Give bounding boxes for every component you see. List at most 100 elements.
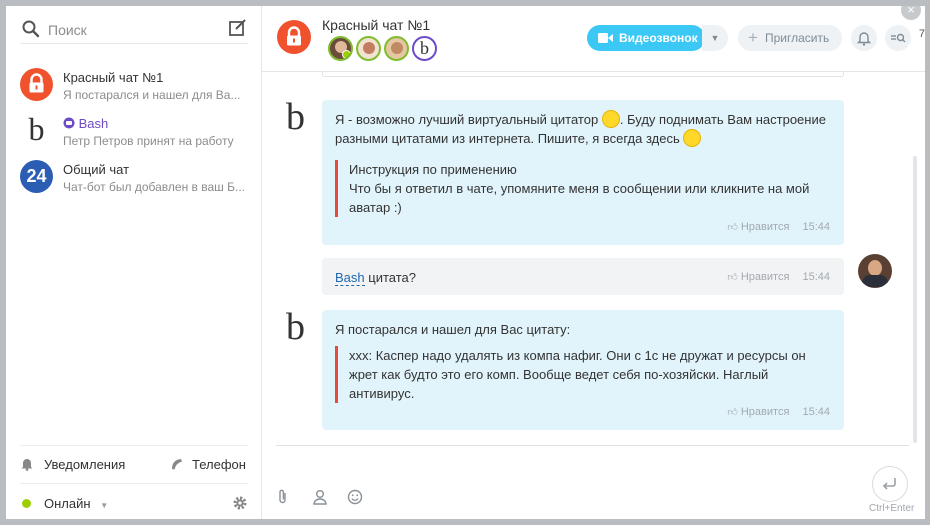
chat-window: × 7 Поиск Красный чат №1 Я постарался и …: [6, 6, 925, 519]
message-text-part: . Буду поднимать Вам настроение: [619, 112, 826, 127]
bell-icon: [856, 32, 872, 46]
video-call-button[interactable]: Видеозвонок: [587, 25, 705, 51]
chat-title: Общий чат: [63, 162, 130, 177]
message-quote: Инструкция по применению Что бы я ответи…: [335, 160, 815, 217]
bash-avatar: b: [28, 111, 45, 147]
invite-button[interactable]: + Пригласить: [738, 25, 842, 51]
quote-line: Инструкция по применению: [349, 162, 517, 177]
search-messages-button[interactable]: [885, 25, 911, 51]
chat-header-avatar[interactable]: [277, 20, 311, 54]
status-selector[interactable]: Онлайн ▼: [22, 496, 108, 511]
like-label: Нравится: [740, 406, 790, 418]
message-text: Я постарался и нашел для Вас цитату:: [335, 322, 571, 337]
message-text-part: разными цитатами из интернета. Пишите, я…: [335, 131, 680, 146]
chat-title-text: Bash: [78, 116, 109, 131]
notifications-toggle-button[interactable]: [851, 25, 877, 51]
like-button[interactable]: 👍︎ Нравится: [727, 221, 789, 233]
user-avatar[interactable]: [858, 254, 892, 288]
bot-icon: [63, 117, 75, 129]
chat-title: Bash: [63, 116, 108, 131]
status-label: Онлайн: [44, 496, 91, 511]
search-icon: [22, 20, 40, 38]
mention-link[interactable]: Bash: [335, 270, 365, 286]
quote-line: Что бы я ответил в чате, упомяните меня …: [349, 181, 810, 196]
thumbs-up-icon: 👍︎: [727, 272, 738, 283]
status-dot: [22, 499, 31, 508]
message-bubble: Я постарался и нашел для Вас цитату: ххх…: [322, 310, 844, 430]
lock-icon: [29, 73, 44, 93]
message-bubble-own: Bash цитата? 👍︎ Нравится 15:44: [322, 258, 844, 295]
like-label: Нравится: [740, 271, 790, 283]
message-meta: 👍︎ Нравится 15:44: [727, 271, 830, 283]
chat-title: Красный чат №1: [63, 70, 164, 85]
enter-arrow-icon: [882, 478, 896, 490]
thumbs-up-icon: 👍︎: [727, 222, 738, 233]
member-avatar[interactable]: [384, 36, 409, 61]
phone-icon: [172, 459, 182, 470]
lock-icon: [287, 26, 301, 46]
scrollbar[interactable]: [913, 156, 917, 443]
chat-item-red-chat[interactable]: Красный чат №1 Я постарался и нашел для …: [6, 62, 262, 108]
sidebar-footer-status: Онлайн ▼: [20, 483, 248, 519]
chat-item-general[interactable]: 24 Общий чат Чат-бот был добавлен в ваш …: [6, 154, 262, 200]
message-meta: 👍︎ Нравится 15:44: [727, 406, 830, 418]
notifications-button[interactable]: Уведомления: [20, 457, 125, 472]
like-label: Нравится: [740, 221, 790, 233]
gear-icon[interactable]: [232, 495, 248, 511]
message-list[interactable]: b Я - возможно лучший виртуальный цитато…: [262, 72, 925, 445]
message-text: Я - возможно лучший виртуальный цитатор …: [335, 110, 835, 148]
search-input[interactable]: Поиск: [48, 22, 87, 38]
quote-line: жрет как будто это его комп. Вообще веде…: [349, 367, 769, 382]
chat-subtitle: Петр Петров принят на работу: [63, 134, 234, 148]
message-meta: 👍︎ Нравится 15:44: [727, 221, 830, 233]
bot-avatar[interactable]: b: [286, 308, 305, 346]
search-box[interactable]: Поиск: [20, 18, 248, 44]
invite-label: Пригласить: [765, 31, 830, 45]
message-quote: ххх: Каспер надо удалять из компа нафиг.…: [335, 346, 815, 403]
chat-subtitle: Чат-бот был добавлен в ваш Б...: [63, 180, 245, 194]
smile-emoji-icon: [683, 129, 702, 147]
bot-avatar[interactable]: b: [286, 98, 305, 136]
chat-item-bash[interactable]: b Bash Петр Петров принят на работу: [6, 108, 262, 154]
search-list-icon: [891, 33, 906, 43]
previous-message-edge: [322, 72, 844, 77]
message-text-part: Я - возможно лучший виртуальный цитатор: [335, 112, 599, 127]
phone-button[interactable]: Телефон: [170, 457, 246, 472]
message-text: Bash цитата?: [335, 268, 416, 287]
send-shortcut-hint: Ctrl+Enter: [869, 503, 915, 514]
general-chat-avatar: 24: [20, 160, 53, 193]
member-avatar[interactable]: [328, 36, 353, 61]
quote-line: ххх: Каспер надо удалять из компа нафиг.…: [349, 348, 806, 363]
chat-title: Красный чат №1: [322, 17, 431, 33]
message-bubble: Я - возможно лучший виртуальный цитатор …: [322, 100, 844, 245]
chevron-down-icon: ▼: [710, 33, 720, 43]
smile-icon[interactable]: [347, 489, 363, 505]
message-time: 15:44: [802, 271, 830, 283]
video-call-menu-button[interactable]: ▼: [702, 25, 728, 51]
message-time: 15:44: [802, 221, 830, 233]
like-button[interactable]: 👍︎ Нравится: [727, 406, 789, 418]
video-call-label: Видеозвонок: [619, 31, 698, 45]
quote-line: аватар :): [349, 200, 402, 215]
chat-header: Красный чат №1 b Видеозвонок ▼ + Приглас…: [262, 6, 925, 72]
phone-label: Телефон: [192, 457, 246, 472]
member-avatar-bash[interactable]: b: [412, 36, 437, 61]
sidebar-footer-tools: Уведомления Телефон: [20, 445, 248, 483]
message-text-part: цитата?: [364, 270, 416, 285]
compose-icon[interactable]: [228, 18, 248, 38]
send-button[interactable]: [872, 466, 908, 502]
bell-icon: [21, 459, 33, 471]
chat-subtitle: Я постарался и нашел для Ва...: [63, 88, 241, 102]
paperclip-icon[interactable]: [276, 489, 290, 505]
member-avatar[interactable]: [356, 36, 381, 61]
sidebar: Поиск Красный чат №1 Я постарался и наше…: [6, 6, 262, 519]
message-input[interactable]: [276, 445, 909, 519]
like-button[interactable]: 👍︎ Нравится: [727, 271, 789, 283]
user-mention-icon[interactable]: [312, 489, 328, 505]
message-time: 15:44: [802, 406, 830, 418]
thumbs-up-icon: 👍︎: [727, 407, 738, 418]
notifications-label: Уведомления: [44, 457, 126, 472]
quote-line: антивирус.: [349, 386, 415, 401]
input-toolbar: [276, 489, 363, 508]
chevron-down-icon: ▼: [100, 501, 109, 510]
